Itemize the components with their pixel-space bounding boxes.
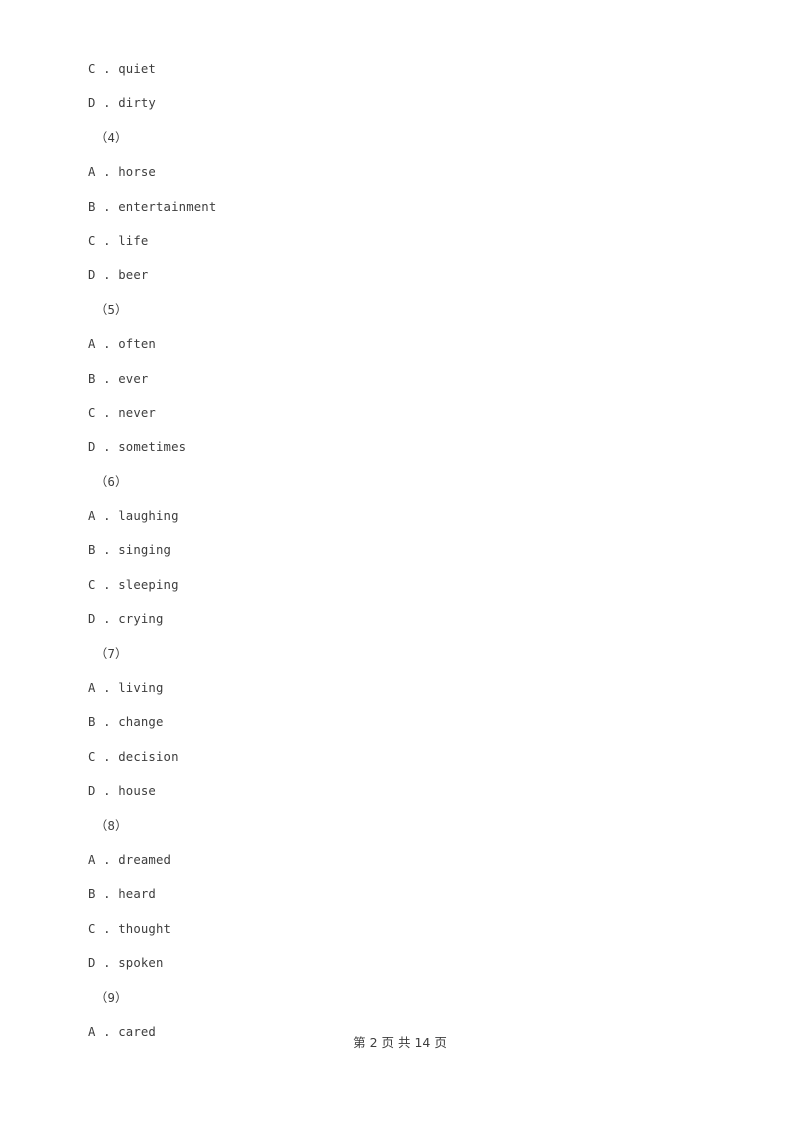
question-number: （9）	[95, 990, 128, 1005]
answer-option: A . living	[88, 681, 164, 696]
answer-option: A . horse	[88, 165, 156, 180]
answer-option: C . thought	[88, 921, 172, 936]
answer-option: A . often	[88, 337, 156, 352]
answer-option: A . dreamed	[88, 852, 172, 867]
question-number: （4）	[95, 130, 128, 145]
answer-option: B . change	[88, 715, 164, 730]
answer-option: D . spoken	[88, 956, 164, 971]
document-page: C . quiet D . dirty （4） A . horse B . entert…	[0, 0, 800, 1132]
question-number: （6）	[95, 474, 128, 489]
answer-option: B . ever	[88, 371, 149, 386]
question-list: C . quiet D . dirty （4） A . horse B . entert…	[88, 52, 748, 1049]
answer-option: D . beer	[88, 268, 149, 283]
question-number: （5）	[95, 302, 128, 317]
answer-option: C . life	[88, 233, 149, 248]
question-number: （8）	[95, 818, 128, 833]
answer-option: C . never	[88, 405, 156, 420]
answer-option: D . house	[88, 784, 156, 799]
page-footer: 第 2 页 共 14 页	[353, 1035, 447, 1050]
question-number: （7）	[95, 646, 128, 661]
answer-option: B . singing	[88, 543, 172, 558]
answer-option: D . crying	[88, 612, 164, 627]
answer-option: A . laughing	[88, 509, 179, 524]
answer-option: B . entertainment	[88, 199, 217, 214]
answer-option: D . sometimes	[88, 440, 187, 455]
answer-option: C . decision	[88, 749, 179, 764]
answer-option: C . quiet	[88, 62, 156, 76]
answer-option: D . dirty	[88, 96, 156, 111]
answer-option: B . heard	[88, 887, 156, 902]
answer-option: C . sleeping	[88, 577, 179, 592]
